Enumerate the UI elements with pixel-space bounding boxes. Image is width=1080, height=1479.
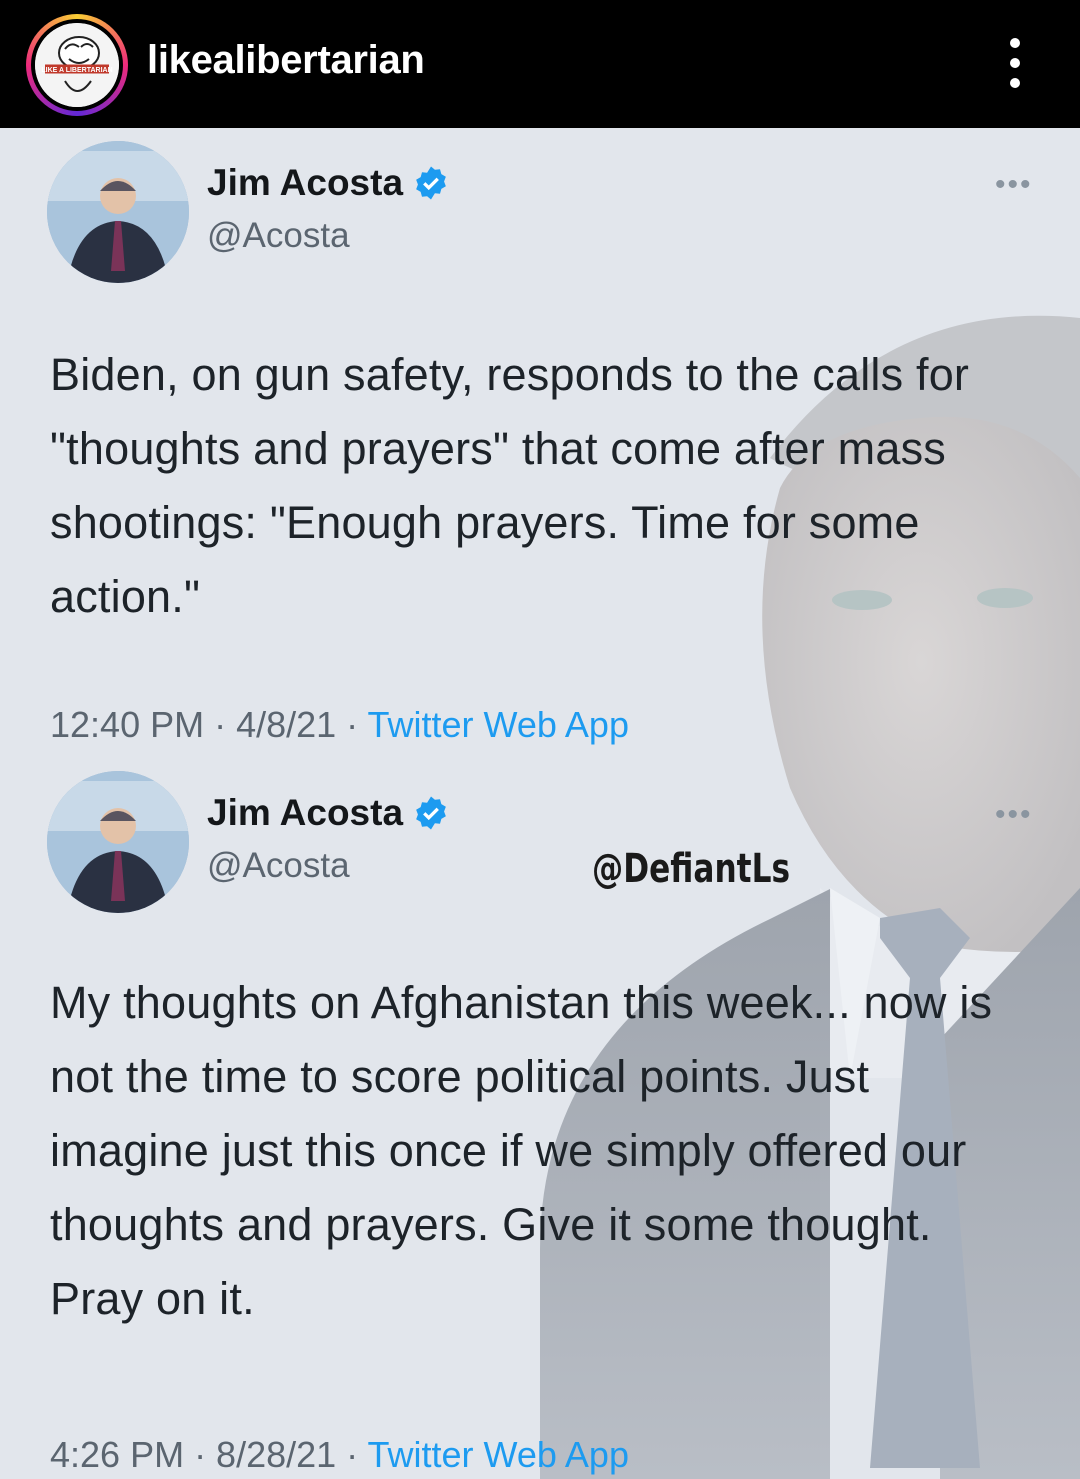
tweet-author-name: Jim Acosta: [207, 162, 449, 204]
tweet-author-avatar[interactable]: [47, 771, 189, 913]
tweet-source-app[interactable]: Twitter Web App: [368, 704, 629, 745]
tweet-author-handle: @Acosta: [207, 846, 350, 885]
account-avatar[interactable]: LIKE A LIBERTARIAN: [26, 14, 128, 116]
tweet-author-handle: @Acosta: [207, 216, 350, 255]
tweet-text: Biden, on gun safety, responds to the ca…: [50, 349, 970, 622]
tweet-timestamp: 12:40 PM · 4/8/21 · Twitter Web App: [50, 704, 629, 745]
avatar-logo-text: LIKE A LIBERTARIAN: [41, 67, 112, 74]
verified-badge-icon: [416, 166, 446, 200]
tweet-timestamp: 4:26 PM · 8/28/21 · Twitter Web App: [50, 1434, 629, 1475]
verified-badge-icon: [416, 796, 446, 830]
tweet-text: My thoughts on Afghanistan this week... …: [50, 977, 993, 1324]
account-username[interactable]: likealibertarian: [147, 38, 425, 83]
vertical-ellipsis-icon[interactable]: [1000, 38, 1030, 88]
libertarian-logo-icon: LIKE A LIBERTARIAN: [35, 23, 119, 107]
tweet-author-avatar[interactable]: [47, 141, 189, 283]
post-image: Jim Acosta @Acosta ••• Biden, on gun saf…: [0, 128, 1080, 1479]
watermark-text: @DefiantLs: [592, 846, 791, 892]
tweet-more-icon[interactable]: •••: [995, 168, 1033, 202]
tweet-author-name: Jim Acosta: [207, 792, 449, 834]
tweet-source-app[interactable]: Twitter Web App: [368, 1434, 629, 1475]
instagram-post-header: LIKE A LIBERTARIAN likealibertarian: [0, 0, 1080, 128]
tweet-more-icon[interactable]: •••: [995, 798, 1033, 832]
